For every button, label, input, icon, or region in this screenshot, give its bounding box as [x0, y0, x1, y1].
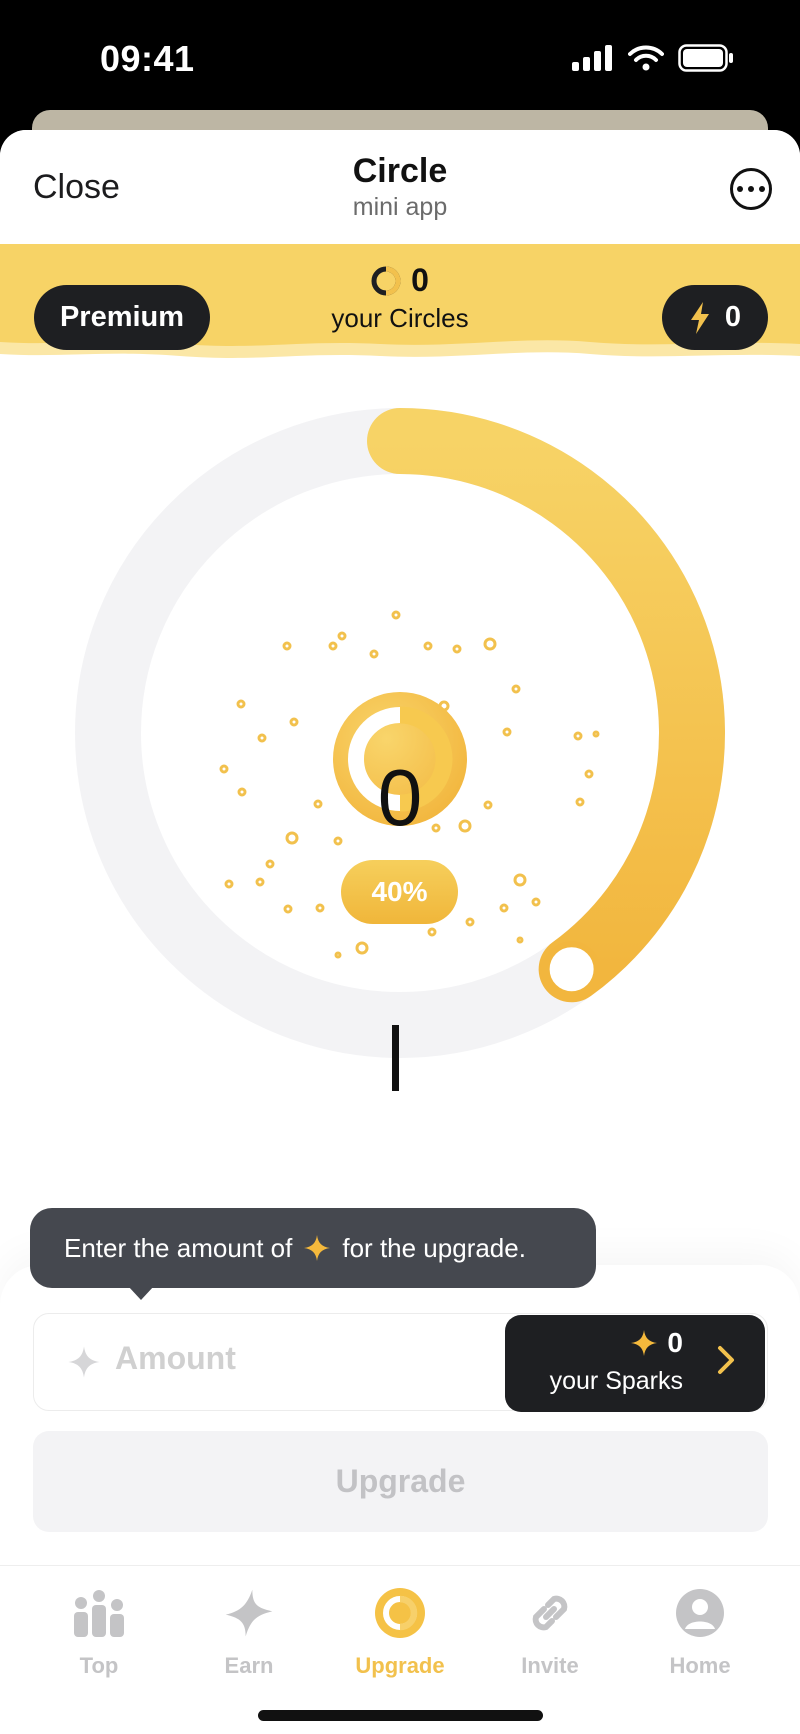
- circle-coin-icon: [371, 266, 401, 295]
- ring-start-marker: [392, 1025, 399, 1091]
- spark-outline-icon: [68, 1346, 100, 1378]
- tab-label: Upgrade: [355, 1653, 445, 1678]
- tab-label: Home: [669, 1653, 731, 1678]
- bolt-icon: [690, 301, 709, 334]
- upgrade-button[interactable]: Upgrade: [33, 1431, 768, 1532]
- circle-coin-icon: [375, 1588, 425, 1638]
- energy-button[interactable]: 0: [662, 285, 768, 350]
- ring-knob: [543, 941, 600, 998]
- spark-icon: [304, 1235, 331, 1261]
- battery-icon: [678, 44, 733, 72]
- mini-app-sheet: Close Circle mini app Premium 0 your Cir…: [0, 130, 800, 1734]
- spark-icon: [631, 1330, 658, 1356]
- tab-bar: Top Earn Upgrade Invite Home: [0, 1565, 800, 1734]
- tab-label: Earn: [224, 1653, 274, 1678]
- sparkle-icon: [225, 1589, 273, 1637]
- status-time: 09:41: [100, 38, 195, 79]
- more-options-button[interactable]: [730, 168, 772, 210]
- amount-placeholder[interactable]: Amount: [115, 1340, 236, 1377]
- tab-home[interactable]: Home: [625, 1581, 775, 1679]
- status-icons: [572, 44, 734, 72]
- person-icon: [676, 1589, 724, 1637]
- link-icon: [532, 1595, 568, 1631]
- tab-earn[interactable]: Earn: [174, 1581, 324, 1679]
- tab-top[interactable]: Top: [24, 1581, 174, 1679]
- home-indicator: [258, 1710, 543, 1721]
- status-bar: 09:41: [0, 0, 800, 110]
- tab-invite[interactable]: Invite: [475, 1581, 625, 1679]
- wifi-icon: [628, 45, 664, 71]
- sparks-button[interactable]: 0 your Sparks: [505, 1315, 765, 1412]
- dot-icon: [748, 186, 754, 192]
- circles-value: 0: [377, 753, 423, 842]
- upgrade-tooltip: Enter the amount of for the upgrade.: [30, 1208, 596, 1288]
- energy-count: 0: [724, 301, 742, 333]
- sparks-label: your Sparks: [549, 1367, 683, 1395]
- tab-upgrade[interactable]: Upgrade: [325, 1581, 475, 1679]
- sparks-count: 0: [667, 1327, 683, 1358]
- tooltip-text-start: Enter the amount of: [64, 1232, 293, 1263]
- tooltip-text-end: for the upgrade.: [342, 1232, 526, 1263]
- dot-icon: [759, 186, 765, 192]
- page-title: Circle: [352, 152, 448, 190]
- progress-percent-badge: 40%: [341, 860, 458, 924]
- tab-label: Invite: [521, 1653, 579, 1678]
- header: Close Circle mini app: [0, 130, 800, 245]
- signal-icon: [572, 45, 612, 71]
- dot-icon: [737, 186, 743, 192]
- tooltip-arrow: [128, 1286, 154, 1300]
- page-subtitle: mini app: [352, 193, 448, 221]
- bars-people-icon: [74, 1590, 124, 1637]
- chevron-right-icon: [718, 1346, 734, 1374]
- tab-label: Top: [79, 1653, 119, 1678]
- circles-count: 0: [411, 262, 429, 298]
- title-block: Circle mini app: [0, 152, 800, 222]
